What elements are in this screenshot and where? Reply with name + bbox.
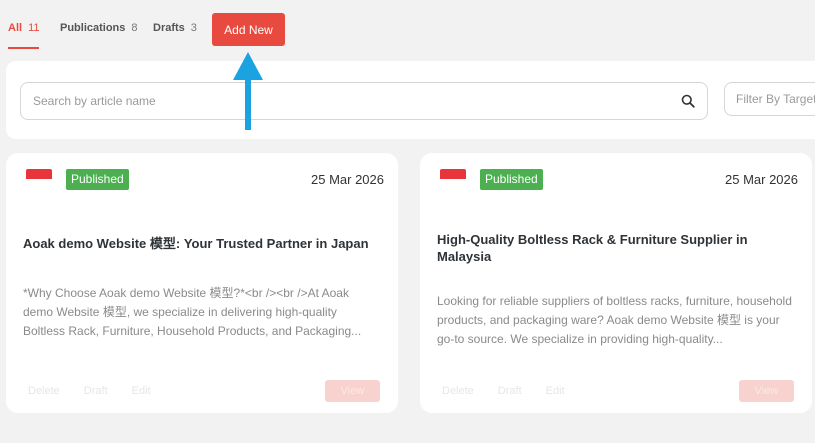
- tab-drafts-label: Drafts: [153, 22, 185, 34]
- tab-publications-count: 8: [131, 22, 138, 34]
- article-title[interactable]: High-Quality Boltless Rack & Furniture S…: [437, 231, 797, 265]
- search-icon[interactable]: [681, 94, 695, 108]
- filter-target-select[interactable]: Filter By Target: [724, 82, 815, 116]
- view-button[interactable]: View: [325, 380, 380, 402]
- edit-button[interactable]: Edit: [132, 385, 151, 397]
- singapore-flag-icon: [440, 169, 466, 189]
- article-description: Looking for reliable suppliers of boltle…: [437, 294, 792, 346]
- search-field[interactable]: [20, 82, 708, 120]
- article-title[interactable]: Aoak demo Website 模型: Your Trusted Partn…: [23, 235, 383, 252]
- card-actions: Delete Draft Edit: [442, 385, 565, 397]
- tab-publications-label: Publications: [60, 22, 126, 34]
- tab-all[interactable]: All 11: [8, 22, 40, 49]
- articles-page: All 11 Publications 8 Drafts 3 Add New F…: [0, 0, 815, 443]
- delete-button[interactable]: Delete: [28, 385, 60, 397]
- add-new-button[interactable]: Add New: [212, 13, 285, 46]
- search-input[interactable]: [33, 83, 653, 119]
- status-badge: Published: [66, 169, 129, 190]
- article-card[interactable]: Published 25 Mar 2026 High-Quality Boltl…: [420, 153, 812, 413]
- singapore-flag-icon: [26, 169, 52, 189]
- arrow-up-icon: [233, 52, 263, 130]
- delete-button[interactable]: Delete: [442, 385, 474, 397]
- article-card[interactable]: Published 25 Mar 2026 Aoak demo Website …: [6, 153, 398, 413]
- article-description: *Why Choose Aoak demo Website 模型?*<br />…: [23, 286, 362, 338]
- tab-drafts[interactable]: Drafts 3: [153, 22, 197, 42]
- article-date: 25 Mar 2026: [311, 172, 384, 187]
- article-date: 25 Mar 2026: [725, 172, 798, 187]
- tab-all-label: All: [8, 22, 23, 34]
- edit-button[interactable]: Edit: [546, 385, 565, 397]
- tab-bar: All 11 Publications 8 Drafts 3 Add New: [0, 0, 815, 60]
- status-badge: Published: [480, 169, 543, 190]
- tab-all-count: 11: [28, 22, 40, 34]
- view-button[interactable]: View: [739, 380, 794, 402]
- card-actions: Delete Draft Edit: [28, 385, 151, 397]
- search-panel: Filter By Target: [6, 61, 815, 139]
- tab-drafts-count: 3: [190, 22, 197, 34]
- draft-button[interactable]: Draft: [498, 385, 522, 397]
- tab-publications[interactable]: Publications 8: [60, 22, 138, 42]
- draft-button[interactable]: Draft: [84, 385, 108, 397]
